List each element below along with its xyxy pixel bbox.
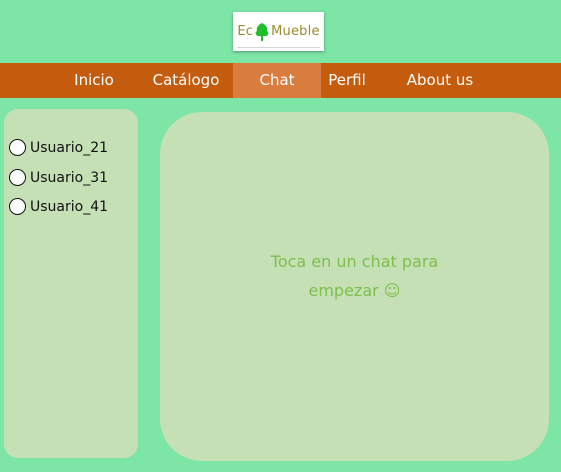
empty-chat-line-1: Toca en un chat para <box>270 252 439 271</box>
nav-chat[interactable]: Chat <box>233 63 321 98</box>
nav-perfil[interactable]: Perfil <box>321 63 373 98</box>
user-name: Usuario_31 <box>30 169 109 186</box>
nav-catalogo[interactable]: Catálogo <box>145 63 227 98</box>
tree-icon <box>255 22 269 41</box>
user-name: Usuario_21 <box>30 139 109 156</box>
logo-text-end: Mueble <box>271 24 320 39</box>
logo-underline <box>237 47 320 48</box>
chat-user-item[interactable]: Usuario_41 <box>9 198 108 215</box>
empty-chat-line-2: empezar ☺ <box>308 281 401 300</box>
nav-inicio[interactable]: Inicio <box>63 63 125 98</box>
logo: Ec Mueble <box>233 12 324 51</box>
radio-button[interactable] <box>9 139 26 156</box>
user-name: Usuario_41 <box>30 198 109 215</box>
radio-button[interactable] <box>9 198 26 215</box>
radio-button[interactable] <box>9 169 26 186</box>
main-navbar: Inicio Catálogo Chat Perfil About us <box>0 63 561 98</box>
logo-wordmark: Ec Mueble <box>237 22 319 42</box>
chat-list-sidebar: Usuario_21 Usuario_31 Usuario_41 <box>4 109 138 458</box>
chat-user-item[interactable]: Usuario_31 <box>9 169 108 186</box>
empty-chat-message: Toca en un chat para empezar ☺ <box>160 247 549 305</box>
chat-panel: Toca en un chat para empezar ☺ <box>160 112 549 461</box>
logo-text-start: Ec <box>237 24 254 39</box>
nav-about-us[interactable]: About us <box>396 63 484 98</box>
chat-user-item[interactable]: Usuario_21 <box>9 139 108 156</box>
